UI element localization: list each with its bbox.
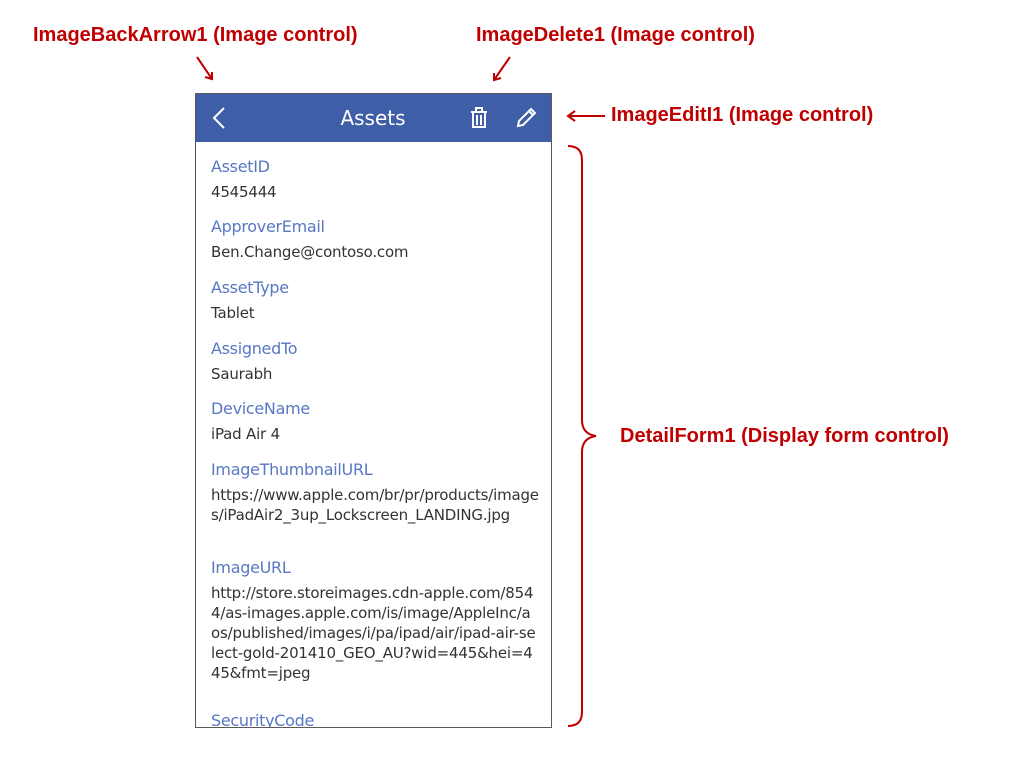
field-assetid: AssetID 4545444 xyxy=(211,157,539,202)
arrow-head-back xyxy=(204,72,213,81)
field-label: AssetID xyxy=(211,157,270,176)
field-value: Ben.Change@contoso.com xyxy=(211,243,409,261)
field-assettype: AssetType Tablet xyxy=(211,278,539,323)
field-imagethumbnailurl: ImageThumbnailURL https://www.apple.com/… xyxy=(211,460,539,525)
app-screen: Assets AssetID 4545444 ApproverEmail Ben… xyxy=(195,93,552,728)
field-value: iPad Air 4 xyxy=(211,425,280,443)
field-devicename: DeviceName iPad Air 4 xyxy=(211,399,539,444)
detail-form: AssetID 4545444 ApproverEmail Ben.Change… xyxy=(196,142,551,727)
field-label: ImageThumbnailURL xyxy=(211,460,373,479)
pencil-icon[interactable] xyxy=(514,106,538,130)
arrow-head-edit xyxy=(566,110,576,122)
arrow-to-back xyxy=(196,56,213,80)
field-assignedto: AssignedTo Saurabh xyxy=(211,339,539,384)
trash-icon[interactable] xyxy=(467,106,491,130)
arrow-head-delete xyxy=(493,73,502,82)
callout-back-arrow: ImageBackArrow1 (Image control) xyxy=(33,24,358,46)
brace-form xyxy=(567,145,597,727)
field-label: ApproverEmail xyxy=(211,217,325,236)
field-value: Tablet xyxy=(211,304,255,322)
callout-form: DetailForm1 (Display form control) xyxy=(620,425,949,447)
field-value: 4545444 xyxy=(211,183,277,201)
field-value: Saurabh xyxy=(211,365,273,383)
field-securitycode: SecurityCode xyxy=(211,711,539,727)
field-approveremail: ApproverEmail Ben.Change@contoso.com xyxy=(211,217,539,262)
callout-edit: ImageEditI1 (Image control) xyxy=(611,104,874,126)
callout-delete: ImageDelete1 (Image control) xyxy=(476,24,755,46)
field-label: AssignedTo xyxy=(211,339,298,358)
arrow-to-delete xyxy=(493,56,511,81)
field-value: http://store.storeimages.cdn-apple.com/8… xyxy=(211,584,536,682)
field-imageurl: ImageURL http://store.storeimages.cdn-ap… xyxy=(211,558,539,683)
field-label: ImageURL xyxy=(211,558,291,577)
field-label: SecurityCode xyxy=(211,711,315,727)
field-label: DeviceName xyxy=(211,399,310,418)
header-bar: Assets xyxy=(196,94,551,142)
field-label: AssetType xyxy=(211,278,289,297)
field-value: https://www.apple.com/br/pr/products/ima… xyxy=(211,486,539,524)
